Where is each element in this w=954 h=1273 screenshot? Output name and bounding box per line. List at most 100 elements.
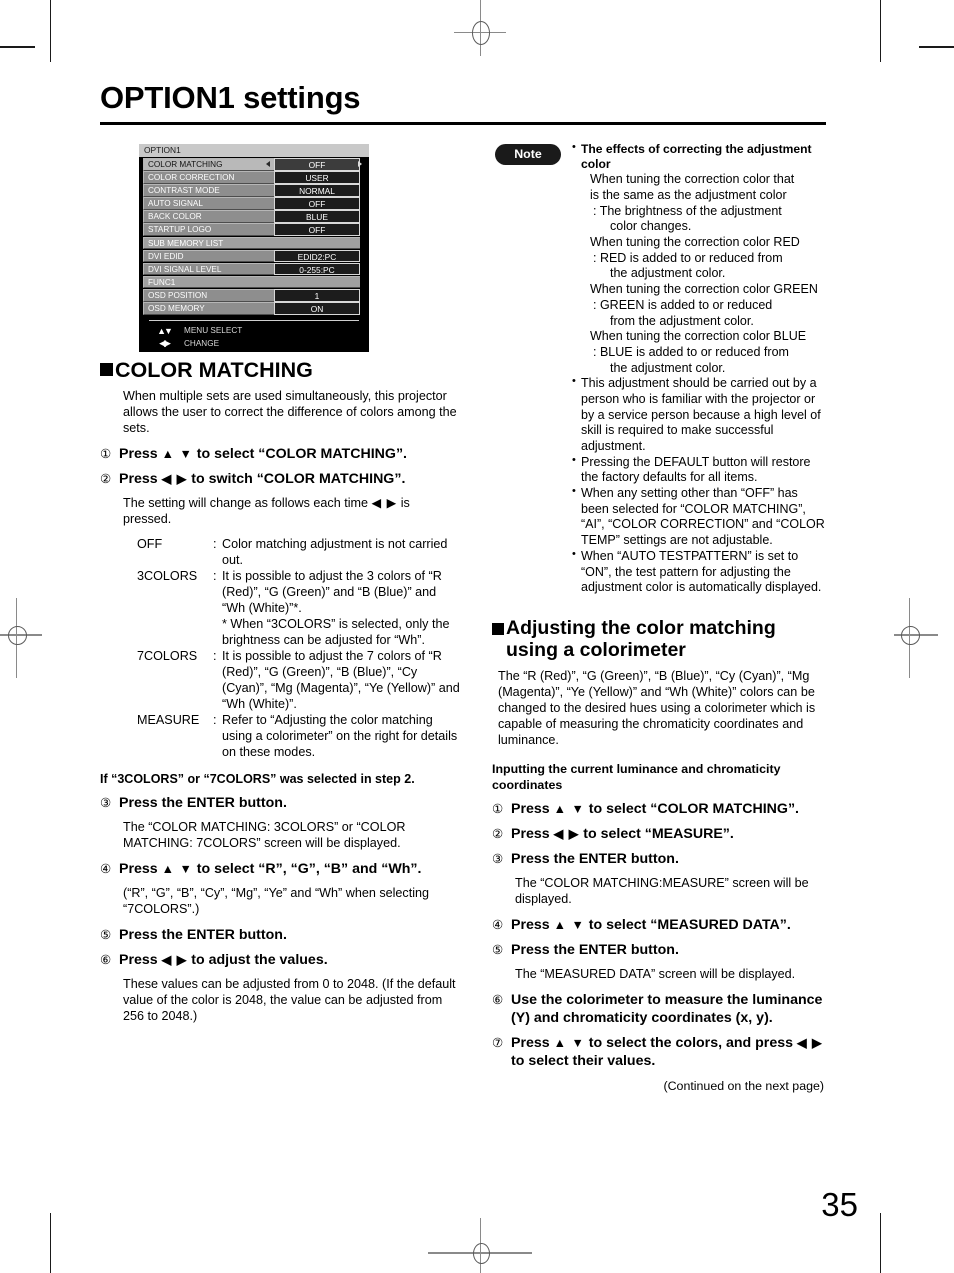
note-item: When any setting other than “OFF” has be… (572, 485, 828, 549)
right-step: ⑦ Press ▲ ▼ to select the colors, and pre… (492, 1035, 828, 1071)
osd-arrow-right-icon[interactable] (358, 161, 362, 167)
osd-arrow-left-icon[interactable] (266, 161, 270, 167)
step-text: Use the colorimeter to measure the lumin… (511, 991, 823, 1026)
note-line: color changes. (610, 219, 692, 234)
right-column: Note The effects of correcting the adjus… (492, 141, 828, 1093)
left-step: ⑥ Press ◀ ▶ to adjust the values. These va… (100, 952, 460, 1025)
osd-row[interactable]: OSD POSITION 1 (143, 288, 365, 302)
step-text: Press ▲ ▼ to select “MEASURED DATA”. (511, 917, 791, 934)
osd-row[interactable]: COLOR CORRECTION USER (143, 171, 365, 184)
definition-item: 7COLORS: It is possible to adjust the 7 c… (137, 649, 460, 713)
osd-row[interactable]: FUNC1 (143, 275, 365, 289)
osd-row[interactable]: COLOR MATCHING OFF (143, 158, 365, 171)
step-2-text: Press ◀ ▶ to switch “COLOR MATCHING”. (119, 470, 406, 487)
step-text: Press the ENTER button. (511, 851, 679, 868)
osd-footer-row: ▲▼ MENU SELECT (151, 324, 365, 337)
definition-colon: : (213, 712, 217, 727)
definition-description: Refer to “Adjusting the color matching u… (222, 712, 458, 759)
osd-row-label: STARTUP LOGO (143, 223, 274, 237)
reg-mark-right-circle (901, 626, 920, 645)
step-number: ⑦ (492, 1035, 504, 1050)
osd-row[interactable]: AUTO SIGNAL OFF (143, 197, 365, 210)
osd-row-value: OFF (274, 158, 360, 171)
definition-item: OFF: Color matching adjustment is not car… (137, 537, 460, 569)
step-number: ⑥ (100, 953, 112, 968)
osd-row-label: COLOR CORRECTION (143, 171, 274, 184)
condition-note: If “3COLORS” or “7COLORS” was selected i… (100, 771, 415, 786)
step-number: ⑤ (100, 928, 112, 943)
definition-subnote: * When “3COLORS” is selected, only the b… (222, 616, 450, 647)
step-number: ④ (492, 918, 504, 933)
note-item: When “AUTO TESTPATTERN” is set to “ON”, … (572, 548, 828, 596)
arrow-left-right-icon: ◀ ▶ (796, 1035, 823, 1050)
step-text: Press ◀ ▶ to adjust the values. (119, 952, 328, 969)
change-note: The setting will change as follows each … (123, 495, 410, 526)
osd-row-label: OSD MEMORY (143, 302, 274, 315)
note-lead: The effects of correcting the adjustment… (581, 142, 812, 172)
note-line: : BLUE is added to or reduced from (593, 344, 789, 359)
osd-row-label: SUB MEMORY LIST (143, 236, 360, 250)
osd-row[interactable]: DVI EDID EDID2:PC (143, 249, 365, 263)
colorimeter-intro: The “R (Red)”, “G (Green)”, “B (Blue)”, … (498, 668, 816, 747)
osd-footer-legend: ▲▼ MENU SELECT ◀▶ CHANGE (151, 324, 365, 350)
arrow-left-right-icon: ◀ ▶ (161, 953, 188, 968)
arrow-up-down-icon: ▲ ▼ (553, 918, 585, 933)
osd-row-value: USER (274, 171, 360, 184)
osd-row[interactable]: BACK COLOR BLUE (143, 210, 365, 223)
step-description: The “COLOR MATCHING:MEASURE” screen will… (515, 876, 809, 907)
setting-definitions: OFF: Color matching adjustment is not car… (100, 537, 460, 761)
note-line: When tuning the correction color that (590, 172, 795, 187)
step-number: ① (492, 802, 504, 817)
osd-row-value: 1 (274, 288, 360, 302)
step-number: ⑤ (492, 943, 504, 958)
osd-row[interactable]: OSD MEMORY ON (143, 302, 365, 315)
definition-colon: : (213, 536, 217, 551)
step-2: ② Press ◀ ▶ to switch “COLOR MATCHING”. (100, 471, 460, 489)
osd-row-label: DVI EDID (143, 249, 274, 263)
step-2-number: ② (100, 471, 112, 486)
section-heading-colorimeter-text: Adjusting the color matching using a colo… (506, 616, 776, 661)
osd-menu-title: OPTION1 (139, 144, 369, 157)
step-text: Press ▲ ▼ to select “COLOR MATCHING”. (511, 801, 799, 818)
crop-mark-bl-v (50, 1213, 51, 1273)
definition-description: It is possible to adjust the 7 colors of… (222, 648, 460, 711)
definition-term: OFF (137, 536, 163, 551)
section-heading-color-matching: COLOR MATCHING (100, 358, 460, 382)
right-step: ⑤ Press the ENTER button. The “MEASURED DA… (492, 942, 828, 983)
right-step: ⑥ Use the colorimeter to measure the lumi… (492, 992, 828, 1028)
crop-mark-tl-h (0, 46, 35, 48)
right-step: ③ Press the ENTER button. The “COLOR MATCH… (492, 851, 828, 908)
osd-row-label: OSD POSITION (143, 288, 274, 302)
osd-row[interactable]: STARTUP LOGO OFF (143, 223, 365, 237)
note-block: Note The effects of correcting the adjus… (492, 141, 828, 596)
osd-row[interactable]: CONTRAST MODE NORMAL (143, 184, 365, 197)
definition-term: 3COLORS (137, 568, 198, 583)
steps-group-2: ③ Press the ENTER button. The “COLOR MATCH… (100, 795, 460, 1024)
note-items: The effects of correcting the adjustment… (572, 141, 828, 596)
page-title: OPTION1 settings (100, 80, 361, 115)
definition-colon: : (213, 648, 217, 663)
osd-row-label: CONTRAST MODE (143, 184, 274, 197)
osd-row-label: AUTO SIGNAL (143, 197, 274, 210)
arrow-up-down-icon: ▲ ▼ (553, 1035, 585, 1050)
osd-menu-rows: COLOR MATCHING OFF COLOR CORRECTION USER CON… (143, 158, 365, 315)
arrow-left-right-icon: ◀ ▶ (553, 827, 580, 842)
square-bullet-icon (492, 622, 504, 635)
osd-row[interactable]: DVI SIGNAL LEVEL 0-255:PC (143, 262, 365, 276)
right-step: ④ Press ▲ ▼ to select “MEASURED DATA”. (492, 917, 828, 935)
left-right-arrow-icon: ◀▶ (159, 338, 171, 348)
note-line: the adjustment color. (610, 266, 726, 281)
osd-row-value: OFF (274, 223, 360, 237)
osd-row-value: BLUE (274, 210, 360, 223)
step-text: Press ◀ ▶ to select “MEASURE”. (511, 826, 734, 843)
step-1-number: ① (100, 447, 112, 462)
arrow-up-down-icon: ▲ ▼ (161, 447, 193, 462)
subsection-heading: Inputting the current luminance and chro… (492, 762, 781, 792)
osd-row[interactable]: SUB MEMORY LIST (143, 236, 365, 250)
definition-description: It is possible to adjust the 3 colors of… (222, 568, 442, 615)
osd-row-label: DVI SIGNAL LEVEL (143, 262, 274, 276)
intro-paragraph: When multiple sets are used simultaneous… (123, 389, 457, 436)
steps-group-right: ① Press ▲ ▼ to select “COLOR MATCHING”. ② P… (492, 801, 828, 1070)
osd-row-value: EDID2:PC (274, 249, 360, 263)
step-number: ② (492, 827, 504, 842)
